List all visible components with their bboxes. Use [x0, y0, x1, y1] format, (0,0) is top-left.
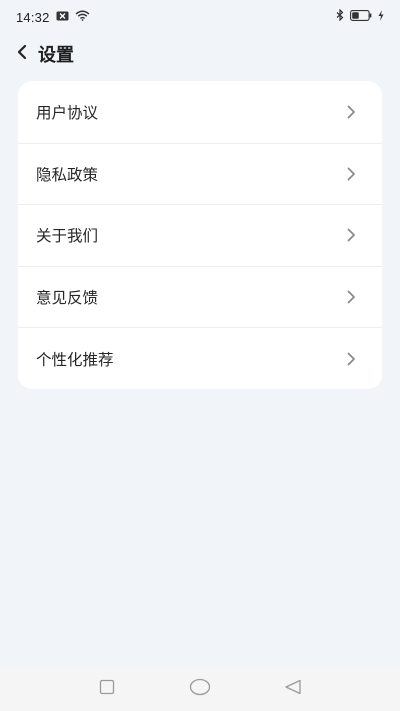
settings-item-label: 用户协议: [36, 103, 99, 122]
square-recents-icon: [99, 679, 115, 699]
status-time: 14:32: [16, 9, 50, 25]
settings-item-personalized-recommendation[interactable]: 个性化推荐: [18, 327, 382, 389]
battery-icon: [350, 9, 372, 25]
status-left: 14:32: [16, 10, 90, 25]
chevron-right-icon: [344, 290, 358, 304]
status-bar: 14:32: [0, 0, 400, 34]
settings-item-user-agreement[interactable]: 用户协议: [18, 81, 382, 143]
charging-bolt-icon: [378, 9, 384, 25]
settings-item-feedback[interactable]: 意见反馈: [18, 265, 382, 328]
settings-item-label: 意见反馈: [36, 289, 99, 308]
page-header: 设置: [0, 34, 400, 74]
settings-item-label: 个性化推荐: [36, 350, 114, 369]
settings-card: 用户协议 隐私政策 关于我们 意见反馈 个性化推荐: [18, 81, 382, 389]
back-nav-button[interactable]: [271, 671, 315, 707]
settings-item-about-us[interactable]: 关于我们: [18, 204, 382, 266]
status-right: [336, 8, 384, 25]
page-title: 设置: [38, 45, 74, 66]
chevron-right-icon: [344, 167, 358, 181]
mail-x-icon: [56, 10, 69, 25]
system-nav-bar: [0, 666, 400, 711]
chevron-right-icon: [344, 105, 358, 119]
chevron-right-icon: [344, 228, 358, 242]
recents-button[interactable]: [85, 671, 129, 707]
triangle-back-icon: [284, 679, 302, 699]
chevron-left-icon: [16, 44, 28, 64]
back-button[interactable]: [8, 38, 36, 70]
home-button[interactable]: [178, 671, 222, 707]
settings-item-label: 关于我们: [36, 227, 99, 246]
settings-item-privacy-policy[interactable]: 隐私政策: [18, 142, 382, 205]
settings-item-label: 隐私政策: [36, 165, 99, 184]
bluetooth-icon: [336, 8, 344, 25]
circle-home-icon: [189, 678, 211, 700]
chevron-right-icon: [344, 352, 358, 366]
wifi-icon: [75, 10, 90, 25]
